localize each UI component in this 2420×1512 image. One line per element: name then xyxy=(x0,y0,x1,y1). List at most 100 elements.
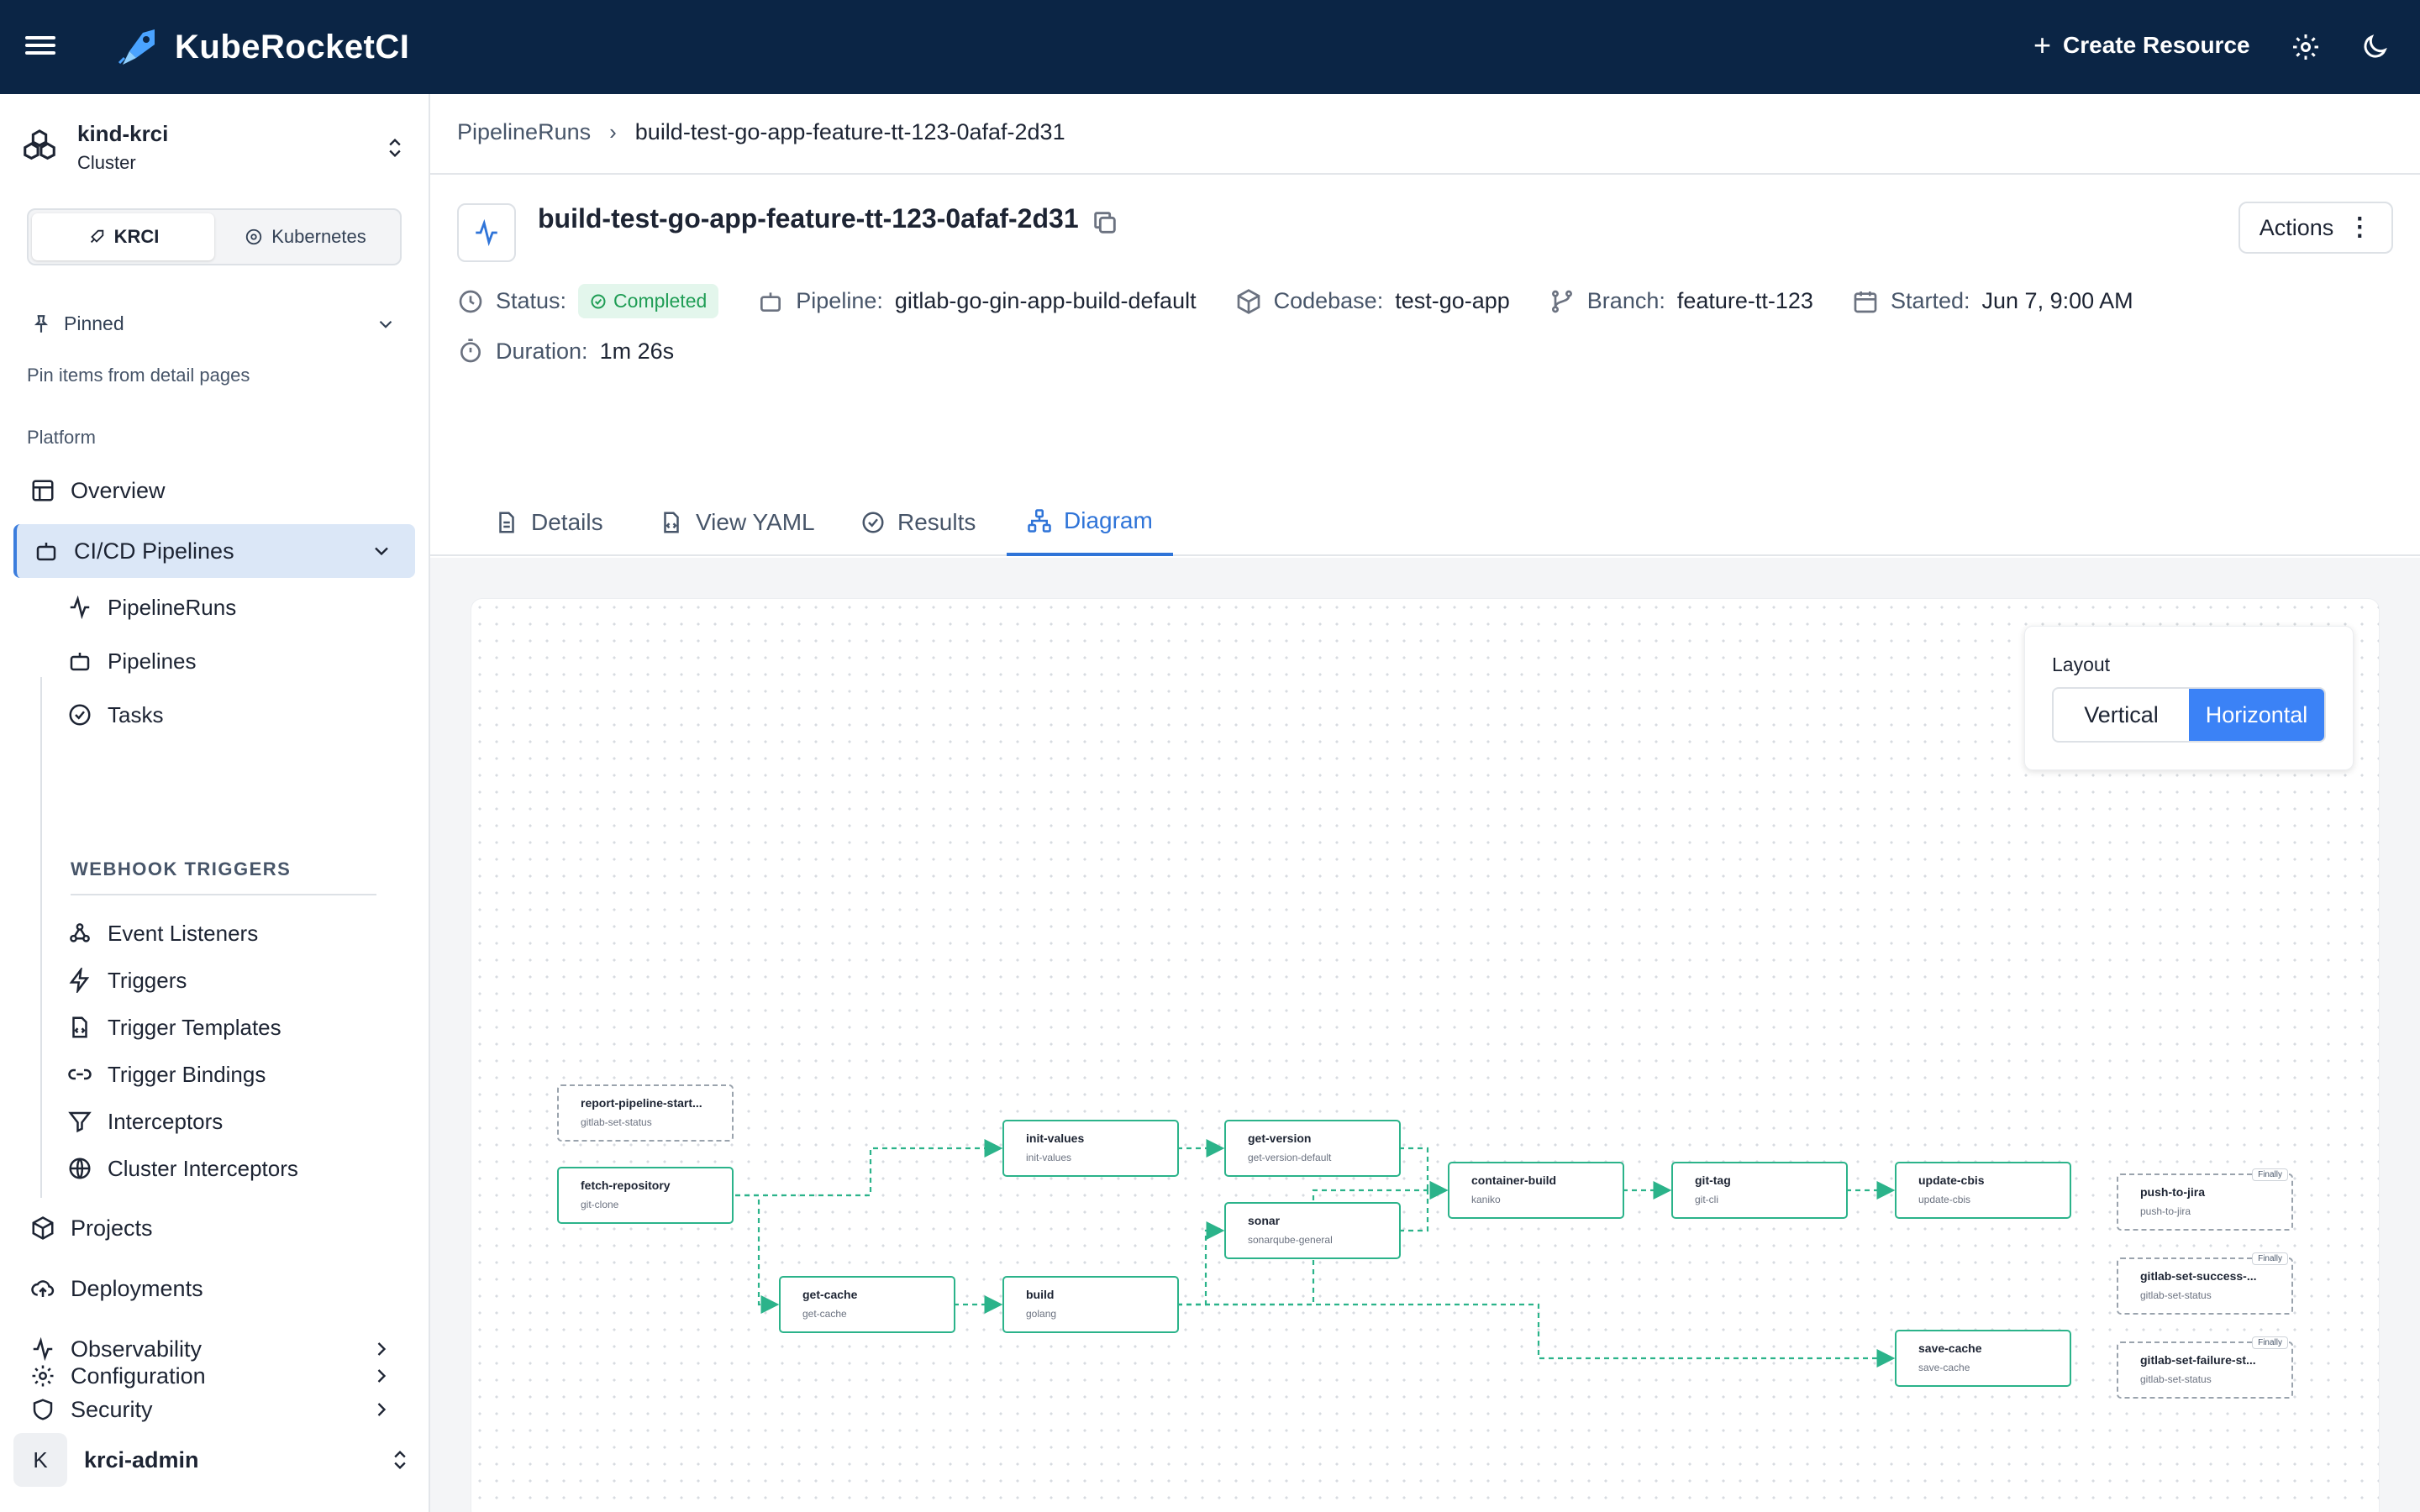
pinned-label: Pinned xyxy=(64,312,124,334)
nav-trigger-templates[interactable]: Trigger Templates xyxy=(67,1005,403,1050)
node-name: container-build xyxy=(1471,1173,1557,1187)
task-node-git-tag[interactable]: git-tag git-cli xyxy=(1671,1162,1848,1219)
activity-icon xyxy=(70,595,90,620)
pipeline-label: Pipeline: xyxy=(796,288,883,313)
nav-event-listeners[interactable]: Event Listeners xyxy=(67,911,403,956)
node-task: init-values xyxy=(1026,1152,1072,1163)
codebase-meta: Codebase: test-go-app xyxy=(1235,288,1510,315)
breadcrumb-pipelineruns[interactable]: PipelineRuns xyxy=(457,119,591,145)
link-icon xyxy=(68,1068,92,1080)
node-name: get-version xyxy=(1248,1131,1312,1145)
app-logo[interactable]: KubeRocketCI xyxy=(118,24,409,71)
kubernetes-mode-label: Kubernetes xyxy=(271,226,366,247)
kubernetes-icon xyxy=(246,228,262,245)
create-resource-button[interactable]: + Create Resource xyxy=(2033,30,2250,60)
nav-pipelines[interactable]: Pipelines xyxy=(67,638,403,684)
tab-view-yaml[interactable]: View YAML xyxy=(639,489,835,556)
gear-icon xyxy=(32,1365,54,1387)
task-node-save-cache[interactable]: save-cache save-cache xyxy=(1895,1330,2071,1387)
pinned-section-toggle[interactable]: Pinned xyxy=(30,312,400,335)
file-code-icon xyxy=(72,1016,87,1038)
node-name: build xyxy=(1026,1288,1055,1301)
task-node-init-values[interactable]: init-values init-values xyxy=(1002,1120,1179,1177)
gear-icon[interactable] xyxy=(2291,32,2321,62)
pipeline-link[interactable]: gitlab-go-gin-app-build-default xyxy=(895,288,1197,314)
task-node-gitlab-set-success[interactable]: Finally gitlab-set-success-... gitlab-se… xyxy=(2117,1252,2293,1315)
diagram-canvas[interactable]: Layout Vertical Horizontal report-pipeli… xyxy=(471,598,2380,1512)
kubernetes-mode-tab[interactable]: Kubernetes xyxy=(214,213,397,260)
nav-interceptors[interactable]: Interceptors xyxy=(67,1099,403,1144)
breadcrumb-current: build-test-go-app-feature-tt-123-0afaf-2… xyxy=(634,119,1065,144)
cluster-type: Cluster xyxy=(77,151,136,173)
pipelinerun-icon xyxy=(457,203,516,262)
menu-icon[interactable] xyxy=(25,32,55,62)
node-task: save-cache xyxy=(1918,1362,1970,1373)
tab-bar: Details View YAML Results Diagram xyxy=(430,489,2420,556)
node-task: get-cache xyxy=(802,1308,847,1320)
nav-cluster-interceptors-label: Cluster Interceptors xyxy=(108,1155,298,1181)
task-node-gitlab-set-failure[interactable]: Finally gitlab-set-failure-st... gitlab-… xyxy=(2117,1336,2293,1399)
edge-sonar-container xyxy=(1399,1181,1449,1232)
started-meta: Started: Jun 7, 9:00 AM xyxy=(1852,288,2133,315)
filter-icon xyxy=(68,1111,92,1133)
duration-meta: Duration: 1m 26s xyxy=(457,338,674,365)
nav-pipelineruns-label: PipelineRuns xyxy=(108,594,237,620)
krci-mode-label: KRCI xyxy=(113,226,160,247)
krci-mode-tab[interactable]: KRCI xyxy=(32,213,214,260)
tab-details[interactable]: Details xyxy=(474,489,623,556)
node-task: update-cbis xyxy=(1918,1194,1971,1205)
sidebar: kind-krci Cluster KRCI Kubernetes Pinned… xyxy=(0,94,430,1512)
nav-tasks[interactable]: Tasks xyxy=(67,692,403,738)
task-node-report-pipeline-start[interactable]: report-pipeline-start... gitlab-set-stat… xyxy=(557,1084,734,1142)
zap-icon xyxy=(69,968,90,993)
nav-cluster-interceptors[interactable]: Cluster Interceptors xyxy=(67,1146,403,1191)
tab-results[interactable]: Results xyxy=(840,489,996,556)
status-badge: Completed xyxy=(578,284,719,318)
git-branch-icon xyxy=(1551,290,1572,312)
nav-configuration[interactable]: Configuration xyxy=(13,1349,415,1403)
duration-row: Duration: 1m 26s xyxy=(457,338,713,365)
cluster-selector[interactable]: kind-krci Cluster xyxy=(20,118,415,176)
node-name: sonar xyxy=(1248,1214,1281,1227)
task-node-get-cache[interactable]: get-cache get-cache xyxy=(779,1276,955,1333)
finally-tag: Finally xyxy=(2252,1168,2288,1181)
nav-cicd-pipelines[interactable]: CI/CD Pipelines xyxy=(13,524,415,578)
nav-projects[interactable]: Projects xyxy=(13,1201,415,1255)
check-circle-icon xyxy=(591,294,606,308)
node-task: gitlab-set-status xyxy=(2140,1373,2212,1385)
webhook-icon xyxy=(70,923,90,942)
task-node-get-version[interactable]: get-version get-version-default xyxy=(1224,1120,1401,1177)
codebase-label: Codebase: xyxy=(1273,288,1384,313)
task-node-fetch-repository[interactable]: fetch-repository git-clone xyxy=(557,1167,734,1224)
task-node-build[interactable]: build golang xyxy=(1002,1276,1179,1333)
node-task: gitlab-set-status xyxy=(581,1116,652,1128)
chevron-down-icon xyxy=(375,547,388,556)
nav-trigger-bindings[interactable]: Trigger Bindings xyxy=(67,1052,403,1097)
actions-button[interactable]: Actions ⋮ xyxy=(2238,202,2393,254)
rocket-icon xyxy=(90,229,103,244)
file-text-icon xyxy=(499,512,514,533)
layout-icon xyxy=(32,480,54,501)
moon-icon[interactable] xyxy=(2360,32,2390,62)
task-node-container-build[interactable]: container-build kaniko xyxy=(1448,1162,1624,1219)
nav-triggers[interactable]: Triggers xyxy=(67,958,403,1003)
started-label: Started: xyxy=(1890,288,1970,313)
node-task: golang xyxy=(1026,1308,1057,1320)
nav-deployments[interactable]: Deployments xyxy=(13,1262,415,1315)
task-node-push-to-jira[interactable]: Finally push-to-jira push-to-jira xyxy=(2117,1168,2293,1231)
task-node-update-cbis[interactable]: update-cbis update-cbis xyxy=(1895,1162,2071,1219)
task-node-sonar[interactable]: sonar sonarqube-general xyxy=(1224,1202,1401,1259)
edge-fetch-init xyxy=(735,1139,1003,1197)
codebase-link[interactable]: test-go-app xyxy=(1395,288,1510,314)
copy-icon[interactable] xyxy=(1091,208,1119,237)
tab-diagram[interactable]: Diagram xyxy=(1007,489,1173,556)
tab-view-yaml-label: View YAML xyxy=(696,509,815,535)
bot-icon xyxy=(760,291,781,312)
user-menu[interactable]: K krci-admin xyxy=(13,1428,415,1492)
tab-diagram-label: Diagram xyxy=(1064,507,1153,533)
divider xyxy=(430,173,2420,175)
nav-overview[interactable]: Overview xyxy=(13,464,415,517)
globe-icon xyxy=(69,1158,91,1179)
node-name: push-to-jira xyxy=(2140,1185,2205,1199)
nav-pipelineruns[interactable]: PipelineRuns xyxy=(67,585,403,630)
